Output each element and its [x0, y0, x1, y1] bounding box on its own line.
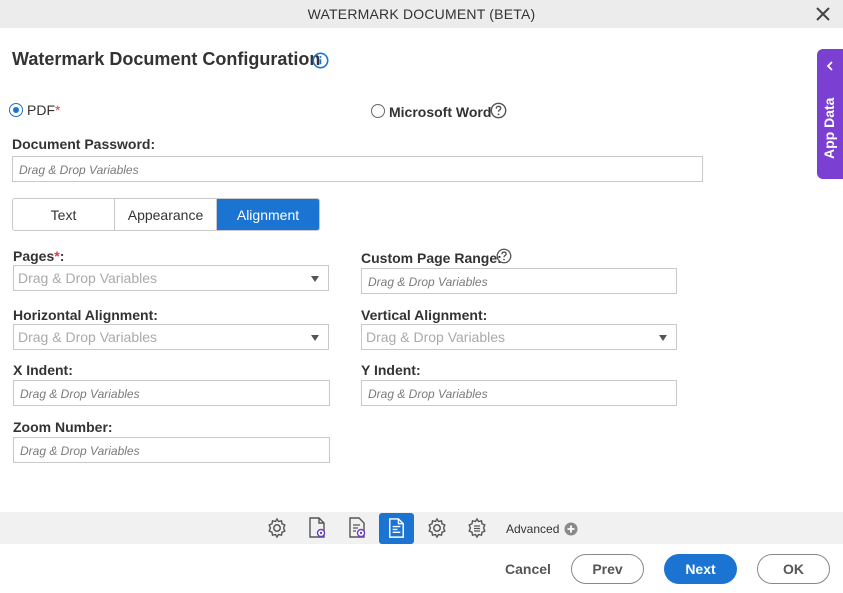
horizontal-alignment-label: Horizontal Alignment: — [13, 307, 158, 323]
ok-button[interactable]: OK — [757, 554, 830, 584]
x-indent-input[interactable]: Drag & Drop Variables — [13, 380, 330, 406]
horizontal-alignment-value: Drag & Drop Variables — [18, 329, 158, 345]
pages-select-value: Drag & Drop Variables — [18, 270, 158, 286]
help-icon[interactable] — [496, 248, 512, 264]
pdf-radio[interactable] — [9, 103, 23, 117]
step-toolbar: Advanced — [0, 512, 843, 544]
vertical-alignment-select[interactable]: Drag & Drop Variables — [361, 324, 677, 350]
document-password-input[interactable]: Drag & Drop Variables — [12, 156, 703, 182]
help-icon[interactable] — [490, 102, 507, 119]
chevron-left-icon — [826, 61, 833, 71]
document-settings-icon[interactable] — [305, 516, 329, 540]
vertical-alignment-value: Drag & Drop Variables — [366, 329, 506, 345]
x-indent-label: X Indent: — [13, 362, 73, 378]
tab-bar: Text Appearance Alignment — [12, 198, 320, 231]
app-data-label: App Data — [821, 97, 837, 159]
title-bar: WATERMARK DOCUMENT (BETA) — [0, 0, 843, 28]
app-data-panel-tab[interactable]: App Data — [817, 49, 843, 179]
zoom-number-label: Zoom Number: — [13, 419, 113, 435]
zoom-number-input[interactable]: Drag & Drop Variables — [13, 437, 330, 463]
tab-alignment[interactable]: Alignment — [217, 199, 319, 230]
prev-button[interactable]: Prev — [571, 554, 644, 584]
chevron-down-icon — [311, 335, 319, 341]
y-indent-input[interactable]: Drag & Drop Variables — [361, 380, 677, 406]
pages-select[interactable]: Drag & Drop Variables — [13, 265, 329, 291]
chevron-down-icon — [659, 335, 667, 341]
custom-page-range-label: Custom Page Range: — [361, 250, 502, 266]
gear-icon[interactable] — [425, 516, 449, 540]
window-title: WATERMARK DOCUMENT (BETA) — [307, 6, 536, 22]
advanced-label[interactable]: Advanced — [506, 522, 559, 536]
microsoft-word-label: Microsoft Word — [389, 104, 492, 120]
tab-text[interactable]: Text — [13, 199, 115, 230]
list-settings-icon[interactable] — [465, 516, 489, 540]
close-icon[interactable] — [813, 4, 833, 24]
document-password-label: Document Password: — [12, 136, 156, 152]
chevron-down-icon — [311, 276, 319, 282]
custom-page-range-input[interactable]: Drag & Drop Variables — [361, 268, 677, 294]
vertical-alignment-label: Vertical Alignment: — [361, 307, 488, 323]
page-title: Watermark Document Configuration — [12, 49, 321, 69]
y-indent-label: Y Indent: — [361, 362, 421, 378]
horizontal-alignment-select[interactable]: Drag & Drop Variables — [13, 324, 329, 350]
plus-circle-icon[interactable] — [564, 522, 578, 536]
cancel-button[interactable]: Cancel — [497, 554, 559, 584]
document-alignment-icon — [389, 518, 404, 538]
pdf-label: PDF* — [27, 102, 61, 118]
pages-label: Pages*: — [13, 248, 65, 264]
tab-appearance[interactable]: Appearance — [115, 199, 217, 230]
document-config-icon[interactable] — [345, 516, 369, 540]
settings-icon[interactable] — [265, 516, 289, 540]
document-alignment-step[interactable] — [379, 513, 414, 544]
next-button[interactable]: Next — [664, 554, 737, 584]
microsoft-word-radio[interactable] — [371, 104, 385, 118]
info-icon[interactable] — [312, 52, 329, 69]
